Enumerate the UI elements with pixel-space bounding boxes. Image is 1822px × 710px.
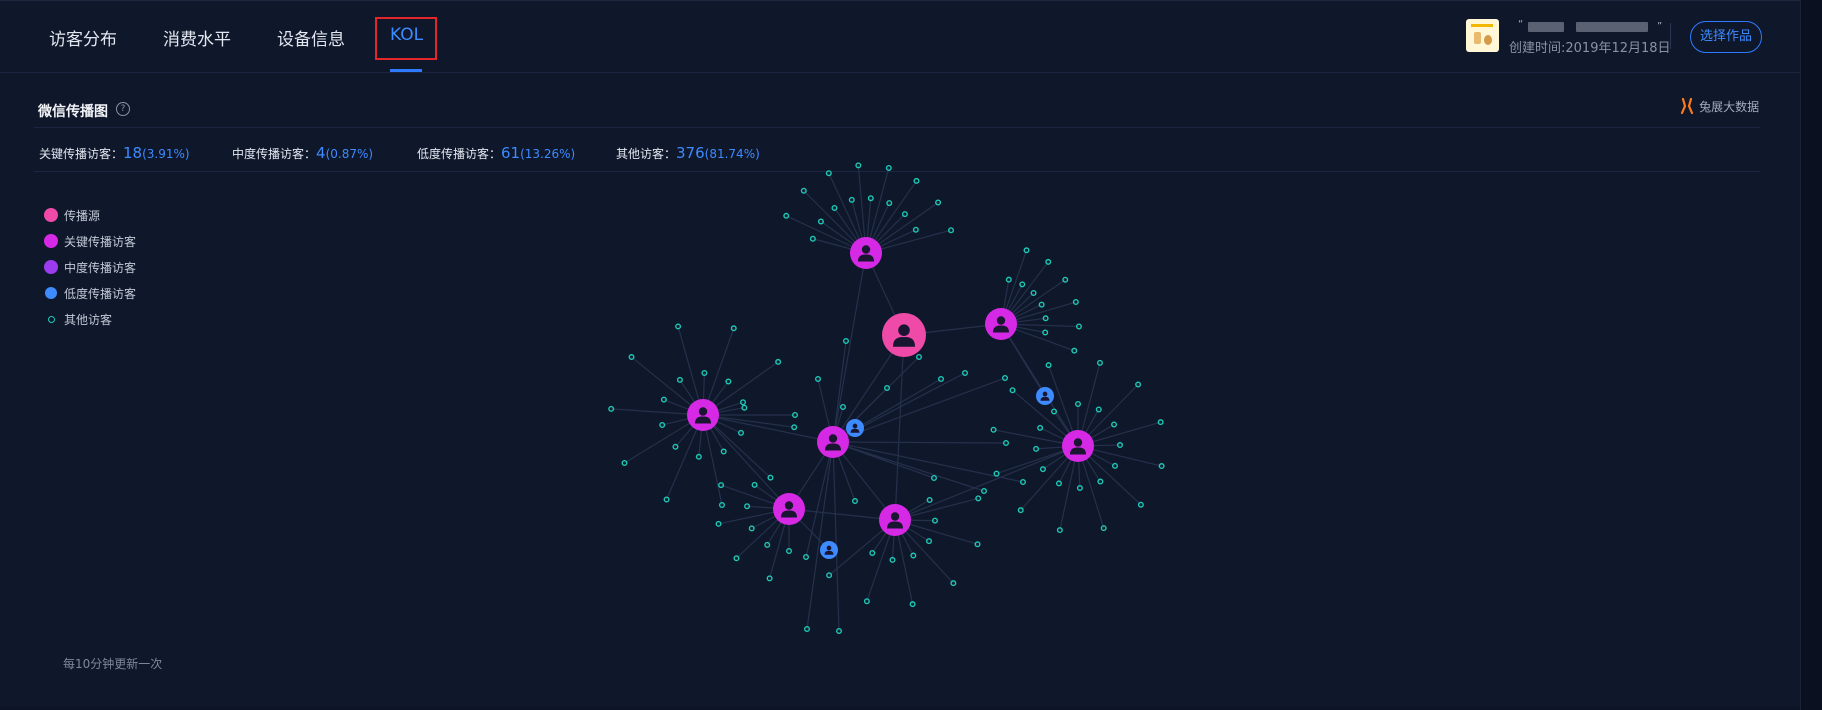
other-visitor-node[interactable] <box>1033 445 1040 452</box>
key-visitor-node[interactable] <box>773 493 805 525</box>
propagation-graph <box>608 162 1165 635</box>
key-visitor-node[interactable] <box>687 399 719 431</box>
other-visitor-node[interactable] <box>1017 507 1024 514</box>
graph-edges <box>611 165 1162 632</box>
other-visitor-node[interactable] <box>737 429 744 436</box>
other-visitor-node[interactable] <box>1055 480 1062 487</box>
update-note: 每10分钟更新一次 <box>63 657 163 671</box>
graph-edge <box>702 414 790 510</box>
graph-edge <box>832 441 985 492</box>
graph-edge <box>702 414 834 443</box>
low-visitor-node[interactable] <box>820 541 838 559</box>
other-visitor-node[interactable] <box>1111 462 1118 469</box>
other-visitor-node[interactable] <box>1037 424 1044 431</box>
other-visitor-node[interactable] <box>1039 466 1046 473</box>
other-visitor-node[interactable] <box>695 453 702 460</box>
key-visitor-node[interactable] <box>879 504 911 536</box>
source-node[interactable] <box>882 313 926 357</box>
app-window: 访客分布 消费水平 设备信息 KOL “ ” 创建时间:2019年12月18日 … <box>0 0 1800 707</box>
other-visitor-node[interactable] <box>659 422 666 429</box>
other-visitor-node[interactable] <box>720 448 727 455</box>
key-visitor-node[interactable] <box>1062 430 1094 462</box>
graph-edge <box>894 334 905 521</box>
other-visitor-node[interactable] <box>1056 527 1063 534</box>
other-visitor-node[interactable] <box>767 474 774 481</box>
key-visitor-node[interactable] <box>850 237 882 269</box>
key-visitor-node[interactable] <box>817 426 849 458</box>
graph-edge <box>832 441 840 632</box>
low-visitor-node[interactable] <box>1036 387 1054 405</box>
other-visitor-node[interactable] <box>791 424 798 431</box>
scrollbar[interactable] <box>1800 0 1822 710</box>
other-visitor-node[interactable] <box>1045 362 1052 369</box>
low-visitor-node[interactable] <box>846 419 864 437</box>
key-visitor-node[interactable] <box>985 308 1017 340</box>
graph-edge <box>832 441 1007 444</box>
graph-edge <box>894 445 1079 521</box>
